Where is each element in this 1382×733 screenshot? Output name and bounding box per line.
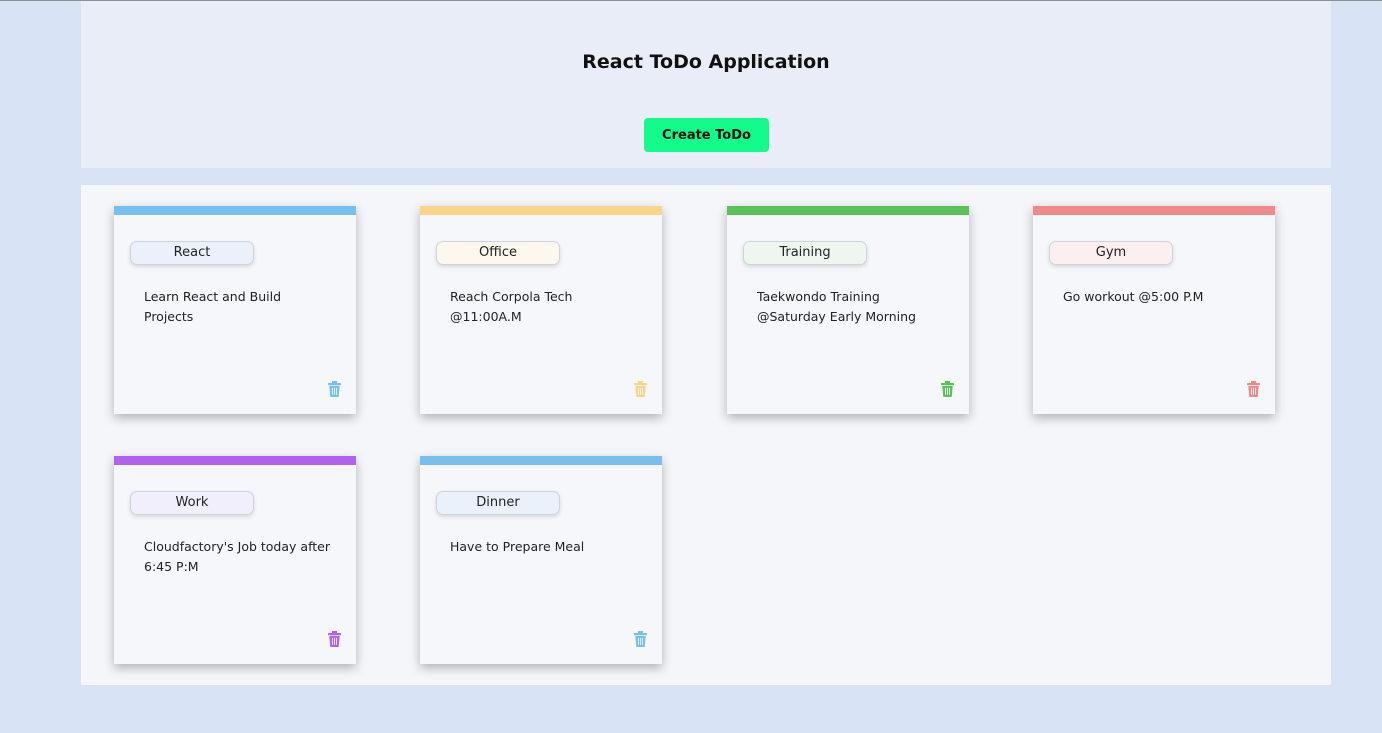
trash-icon[interactable] <box>328 381 341 397</box>
category-chip: Dinner <box>436 491 560 515</box>
todo-text: Taekwondo Training @Saturday Early Morni… <box>757 289 916 324</box>
category-chip: Gym <box>1049 241 1173 265</box>
todo-text: Have to Prepare Meal <box>450 539 585 554</box>
create-todo-button[interactable]: Create ToDo <box>644 118 769 152</box>
todo-card: React Learn React and Build Projects <box>114 206 356 414</box>
category-chip: Training <box>743 241 867 265</box>
page-title: React ToDo Application <box>582 51 830 73</box>
todo-text: Learn React and Build Projects <box>144 289 281 324</box>
todo-card: Training Taekwondo Training @Saturday Ea… <box>727 206 969 414</box>
trash-icon[interactable] <box>328 631 341 647</box>
todo-board: React Learn React and Build Projects Off… <box>81 185 1331 685</box>
trash-icon[interactable] <box>634 631 647 647</box>
todo-text: Go workout @5:00 P.M <box>1063 289 1204 304</box>
trash-icon[interactable] <box>1247 381 1260 397</box>
todo-card: Dinner Have to Prepare Meal <box>420 456 662 664</box>
category-chip: Office <box>436 241 560 265</box>
todo-text: Cloudfactory's Job today after 6:45 P:M <box>144 539 330 574</box>
category-chip: Work <box>130 491 254 515</box>
trash-icon[interactable] <box>941 381 954 397</box>
todo-text: Reach Corpola Tech @11:00A.M <box>450 289 573 324</box>
trash-icon[interactable] <box>634 381 647 397</box>
todo-card: Work Cloudfactory's Job today after 6:45… <box>114 456 356 664</box>
todo-card: Office Reach Corpola Tech @11:00A.M <box>420 206 662 414</box>
todo-card: Gym Go workout @5:00 P.M <box>1033 206 1275 414</box>
app-header: React ToDo Application Create ToDo <box>81 1 1331 168</box>
category-chip: React <box>130 241 254 265</box>
